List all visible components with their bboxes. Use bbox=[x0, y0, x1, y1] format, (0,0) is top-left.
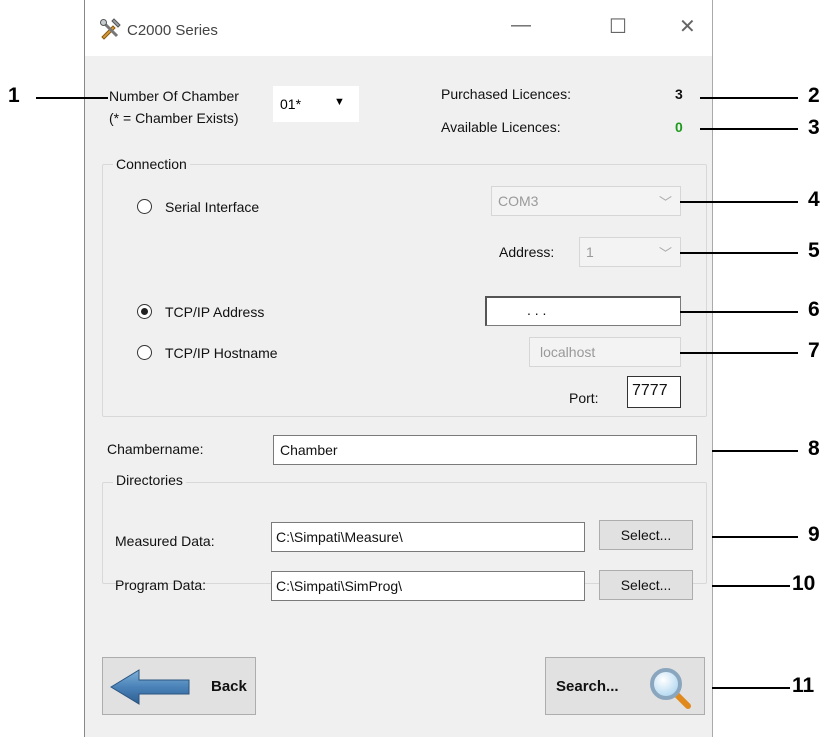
select-measured-button[interactable]: Select... bbox=[599, 520, 693, 550]
serial-port-value: COM3 bbox=[498, 193, 539, 209]
program-data-input[interactable]: C:\Simpati\SimProg\ bbox=[271, 571, 585, 601]
callout-line-5 bbox=[680, 252, 798, 254]
address-value: 1 bbox=[586, 244, 594, 260]
port-value: 7777 bbox=[632, 382, 668, 399]
callout-line-1 bbox=[36, 97, 108, 99]
callout-line-7 bbox=[680, 352, 798, 354]
callout-8: 8 bbox=[808, 437, 820, 460]
magnifier-icon bbox=[650, 668, 691, 709]
program-data-label: Program Data: bbox=[115, 577, 207, 593]
hostname-value: localhost bbox=[540, 344, 596, 360]
available-licences-value: 0 bbox=[675, 119, 683, 135]
back-button[interactable]: Back bbox=[102, 657, 256, 715]
window-title: C2000 Series bbox=[127, 22, 218, 39]
chamber-number-value: 01* bbox=[280, 96, 302, 112]
measured-data-input[interactable]: C:\Simpati\Measure\ bbox=[271, 522, 585, 552]
port-label: Port: bbox=[569, 390, 599, 406]
measured-data-value: C:\Simpati\Measure\ bbox=[276, 529, 403, 545]
chamber-number-label: Number Of Chamber bbox=[109, 88, 239, 104]
application-window: C2000 Series — ☐ ✕ Number Of Chamber (* … bbox=[84, 0, 713, 737]
serial-port-dropdown[interactable]: COM3 ﹀ bbox=[491, 186, 681, 216]
back-label: Back bbox=[211, 678, 247, 695]
measured-data-label: Measured Data: bbox=[115, 533, 215, 549]
callout-11: 11 bbox=[792, 674, 815, 697]
connection-group-title: Connection bbox=[113, 156, 190, 172]
purchased-licences-label: Purchased Licences: bbox=[441, 86, 571, 102]
ip-address-input[interactable]: . . . bbox=[485, 296, 681, 326]
tools-icon bbox=[100, 18, 121, 40]
minimize-button[interactable]: — bbox=[511, 14, 531, 37]
chambername-value: Chamber bbox=[280, 442, 338, 458]
address-dropdown[interactable]: 1 ﹀ bbox=[579, 237, 681, 267]
chamber-number-dropdown[interactable]: 01* ▼ bbox=[273, 86, 359, 122]
chamber-exists-hint: (* = Chamber Exists) bbox=[109, 110, 239, 126]
callout-line-8 bbox=[712, 450, 798, 452]
callout-line-10 bbox=[712, 585, 790, 587]
chambername-input[interactable]: Chamber bbox=[273, 435, 697, 465]
tcp-ip-address-radio[interactable] bbox=[137, 304, 152, 319]
callout-line-2 bbox=[700, 97, 798, 99]
callout-10: 10 bbox=[792, 572, 816, 595]
tcp-ip-hostname-radio[interactable] bbox=[137, 345, 152, 360]
chevron-down-icon: ﹀ bbox=[658, 246, 672, 261]
tcp-ip-hostname-label: TCP/IP Hostname bbox=[165, 345, 278, 361]
chevron-down-icon: ▼ bbox=[334, 96, 345, 108]
serial-interface-label: Serial Interface bbox=[165, 199, 260, 215]
callout-3: 3 bbox=[808, 116, 820, 139]
maximize-button[interactable]: ☐ bbox=[609, 14, 627, 39]
search-label: Search... bbox=[556, 678, 619, 695]
hostname-input[interactable]: localhost bbox=[529, 337, 681, 367]
callout-6: 6 bbox=[808, 298, 820, 321]
serial-interface-radio[interactable] bbox=[137, 199, 152, 214]
select-program-button[interactable]: Select... bbox=[599, 570, 693, 600]
directories-group-title: Directories bbox=[113, 472, 186, 488]
callout-1: 1 bbox=[8, 84, 20, 107]
chevron-down-icon: ﹀ bbox=[658, 195, 672, 210]
callout-line-4 bbox=[680, 201, 798, 203]
callout-4: 4 bbox=[808, 188, 820, 211]
program-data-value: C:\Simpati\SimProg\ bbox=[276, 578, 403, 594]
port-input[interactable]: 7777 bbox=[627, 376, 681, 408]
close-button[interactable]: ✕ bbox=[679, 14, 696, 39]
callout-line-9 bbox=[712, 536, 798, 538]
callout-line-3 bbox=[700, 128, 798, 130]
ip-address-value: . . . bbox=[527, 302, 547, 318]
callout-line-11 bbox=[712, 687, 790, 689]
callout-9: 9 bbox=[808, 523, 820, 546]
address-label: Address: bbox=[499, 244, 555, 260]
chambername-label: Chambername: bbox=[107, 441, 204, 457]
arrow-left-icon bbox=[110, 669, 190, 705]
callout-7: 7 bbox=[808, 339, 820, 362]
callout-line-6 bbox=[680, 311, 798, 313]
title-bar: C2000 Series — ☐ ✕ bbox=[85, 0, 712, 56]
callout-2: 2 bbox=[808, 84, 820, 107]
purchased-licences-value: 3 bbox=[675, 86, 683, 102]
available-licences-label: Available Licences: bbox=[441, 119, 561, 135]
search-button[interactable]: Search... bbox=[545, 657, 705, 715]
callout-5: 5 bbox=[808, 239, 820, 262]
tcp-ip-address-label: TCP/IP Address bbox=[165, 304, 265, 320]
